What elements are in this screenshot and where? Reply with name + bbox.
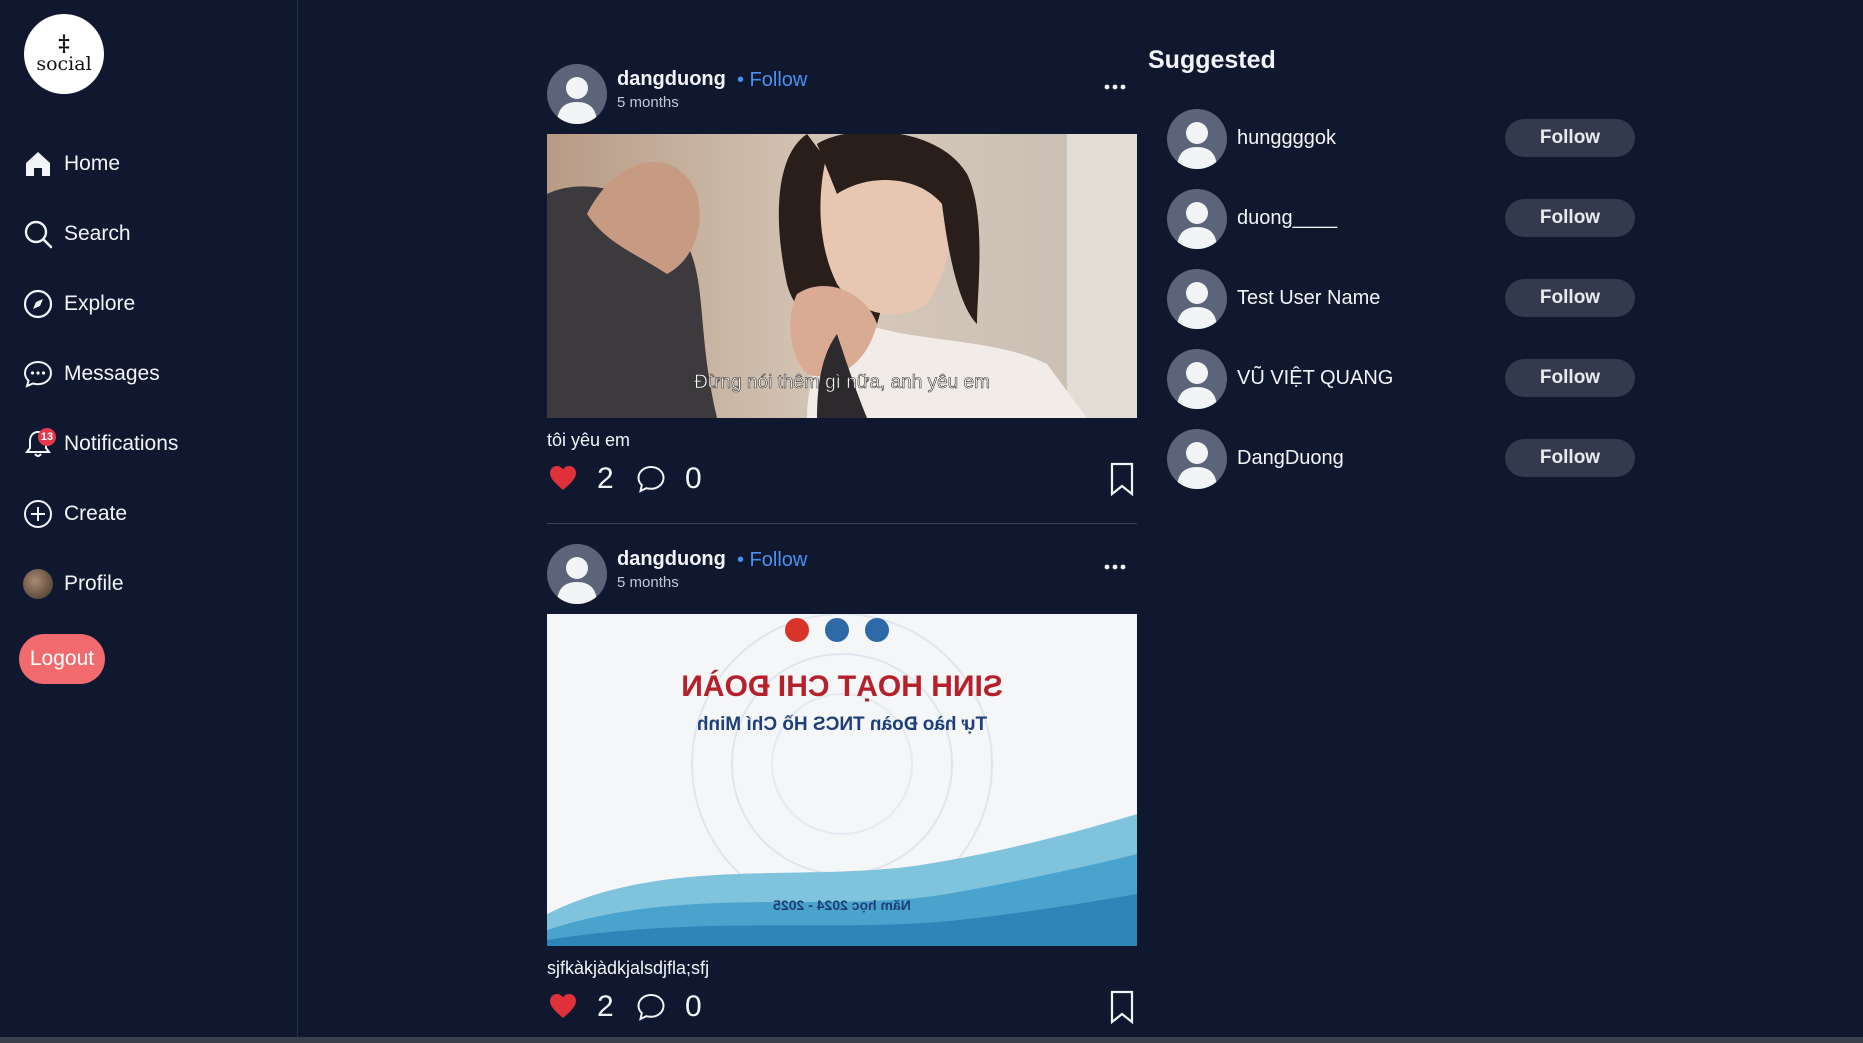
sidebar: ‡ social Home Search Explore Messages 13… [0,0,298,1037]
suggested-avatar[interactable] [1167,189,1227,249]
post-actions: 2 0 [547,460,1137,500]
like-count: 2 [597,990,614,1023]
default-avatar-icon [1177,442,1217,489]
default-avatar-icon [557,557,597,604]
suggested-title: Suggested [1148,46,1276,74]
comment-icon[interactable] [635,463,667,495]
post-follow-link[interactable]: • Follow [737,549,807,572]
heart-icon[interactable] [547,462,579,494]
post-image[interactable]: SINH HOẠT CHI ĐOÀN Tự hào Đoàn TNCS Hồ C… [547,614,1137,946]
compass-icon [23,289,53,319]
post-card: dangduong • Follow 5 months SINH HOẠT CH… [547,544,1137,1028]
app-logo[interactable]: ‡ social [24,14,104,94]
emblem-icon [785,618,809,642]
emblem-icon [865,618,889,642]
notification-badge: 13 [38,428,56,446]
post-header: dangduong • Follow 5 months [547,544,1137,606]
nav-home[interactable]: Home [22,142,272,186]
nav-messages-label: Messages [64,362,160,385]
post-caption: sjfkàkjàdkjalsdjfla;sfj [547,958,710,978]
suggested-username[interactable]: hunggggok [1237,127,1336,150]
bookmark-icon[interactable] [1109,990,1135,1024]
nav-profile[interactable]: Profile [22,562,272,606]
horizontal-scrollbar[interactable] [0,1037,1863,1043]
follow-button[interactable]: Follow [1505,119,1635,157]
nav-search-label: Search [64,222,131,245]
more-options-icon[interactable] [1103,562,1127,572]
comment-count: 0 [685,462,702,495]
follow-button[interactable]: Follow [1505,199,1635,237]
nav-explore-label: Explore [64,292,136,315]
search-icon [24,220,53,249]
home-icon [26,152,50,176]
post-header: dangduong • Follow 5 months [547,64,1137,126]
post-banner: SINH HOẠT CHI ĐOÀN Tự hào Đoàn TNCS Hồ C… [547,614,1137,946]
nav-notifications[interactable]: 13 Notifications [22,422,272,466]
nav-messages[interactable]: Messages [22,352,272,396]
nav-home-label: Home [64,152,121,175]
follow-button[interactable]: Follow [1505,359,1635,397]
follow-button[interactable]: Follow [1505,279,1635,317]
post-avatar[interactable] [547,64,607,124]
post-divider [547,523,1137,524]
suggested-username[interactable]: Test User Name [1237,287,1380,310]
nav-explore[interactable]: Explore [22,282,272,326]
suggested-user: duong____ Follow [1167,189,1637,249]
suggested-user: hunggggok Follow [1167,109,1637,169]
profile-avatar [23,569,53,599]
emblem-icon [825,618,849,642]
suggested-avatar[interactable] [1167,429,1227,489]
post-time: 5 months [617,94,679,111]
post-image-subtitle: Đừng nói thêm gì nữa, anh yêu em [694,372,990,393]
like-count: 2 [597,462,614,495]
logo-text: social [36,53,92,75]
banner-footer: Năm học 2024 - 2025 [773,897,911,913]
suggested-avatar[interactable] [1167,349,1227,409]
nav-profile-label: Profile [64,572,124,595]
banner-title: SINH HOẠT CHI ĐOÀN [681,669,1003,703]
suggested-user: VŨ VIỆT QUANG Follow [1167,349,1637,409]
suggested-username[interactable]: duong____ [1237,207,1337,230]
heart-icon[interactable] [547,990,579,1022]
post-card: dangduong • Follow 5 months Đừng nói thê… [547,64,1137,524]
default-avatar-icon [1177,282,1217,329]
post-photo: Đừng nói thêm gì nữa, anh yêu em [547,134,1137,418]
suggested-user: DangDuong Follow [1167,429,1637,489]
logo-mark: ‡ [58,31,70,57]
nav-search[interactable]: Search [22,212,272,256]
post-time: 5 months [617,574,679,591]
suggested-username[interactable]: DangDuong [1237,447,1344,470]
nav-notifications-label: Notifications [64,432,179,455]
default-avatar-icon [1177,202,1217,249]
post-caption: tôi yêu em [547,430,631,450]
default-avatar-icon [1177,362,1217,409]
more-options-icon[interactable] [1103,82,1127,92]
follow-button[interactable]: Follow [1505,439,1635,477]
post-image[interactable]: Đừng nói thêm gì nữa, anh yêu em [547,134,1137,418]
suggested-avatar[interactable] [1167,269,1227,329]
post-follow-link[interactable]: • Follow [737,69,807,92]
chat-bubble-icon [23,360,53,388]
default-avatar-icon [557,77,597,124]
banner-subtitle: Tự hào Đoàn TNCS Hồ Chí Minh [697,714,987,735]
nav-create[interactable]: Create [22,492,272,536]
nav-create-label: Create [64,502,128,525]
comment-icon[interactable] [635,991,667,1023]
comment-count: 0 [685,990,702,1023]
bookmark-icon[interactable] [1109,462,1135,496]
post-username[interactable]: dangduong [617,68,726,91]
post-actions: 2 0 [547,988,1137,1028]
logout-button[interactable]: Logout [19,634,105,684]
suggested-avatar[interactable] [1167,109,1227,169]
default-avatar-icon [1177,122,1217,169]
suggested-user: Test User Name Follow [1167,269,1637,329]
suggested-username[interactable]: VŨ VIỆT QUANG [1237,367,1393,390]
post-username[interactable]: dangduong [617,548,726,571]
post-avatar[interactable] [547,544,607,604]
plus-circle-icon [24,500,52,528]
